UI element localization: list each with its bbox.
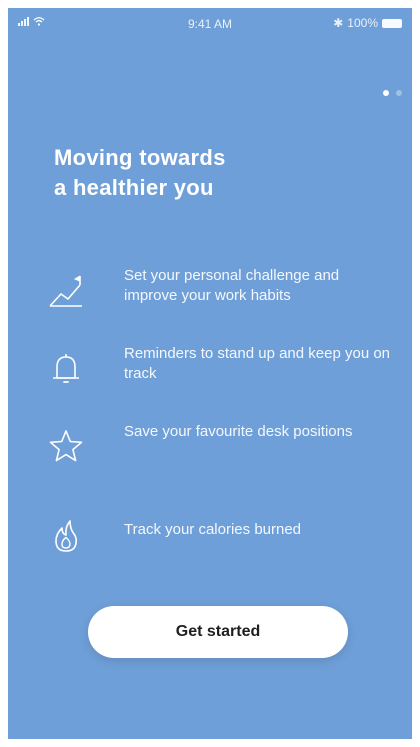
feature-item-challenge: Set your personal challenge and improve … (46, 266, 396, 326)
feature-item-reminders: Reminders to stand up and keep you on tr… (46, 344, 396, 404)
bluetooth-icon: ✱ (333, 16, 344, 30)
battery-percentage: 100% (347, 16, 378, 30)
feature-text: Save your favourite desk positions (124, 423, 353, 440)
onboarding-screen: 9:41 AM ✱ 100% Moving towards a healthie… (8, 8, 412, 739)
feature-item-favourites: Save your favourite desk positions (46, 422, 396, 482)
star-icon (46, 426, 86, 466)
feature-item-calories: Track your calories burned (46, 512, 396, 572)
page-title: Moving towards a healthier you (54, 143, 374, 203)
feature-text: Set your personal challenge and improve … (124, 267, 340, 304)
chart-trend-icon (46, 270, 86, 310)
get-started-button[interactable]: Get started (88, 606, 348, 658)
feature-text: Reminders to stand up and keep you on tr… (124, 345, 391, 382)
title-line-2: a healthier you (54, 175, 214, 200)
title-line-1: Moving towards (54, 145, 226, 170)
battery-icon (382, 18, 402, 28)
bell-icon (46, 348, 86, 388)
status-bar: 9:41 AM ✱ 100% (8, 8, 412, 38)
status-right: ✱ 100% (333, 16, 402, 30)
page-dot-2[interactable] (396, 90, 402, 96)
page-dot-1[interactable] (383, 90, 389, 96)
feature-text: Track your calories burned (124, 521, 302, 538)
page-indicator (383, 90, 402, 96)
flame-icon (46, 516, 86, 556)
